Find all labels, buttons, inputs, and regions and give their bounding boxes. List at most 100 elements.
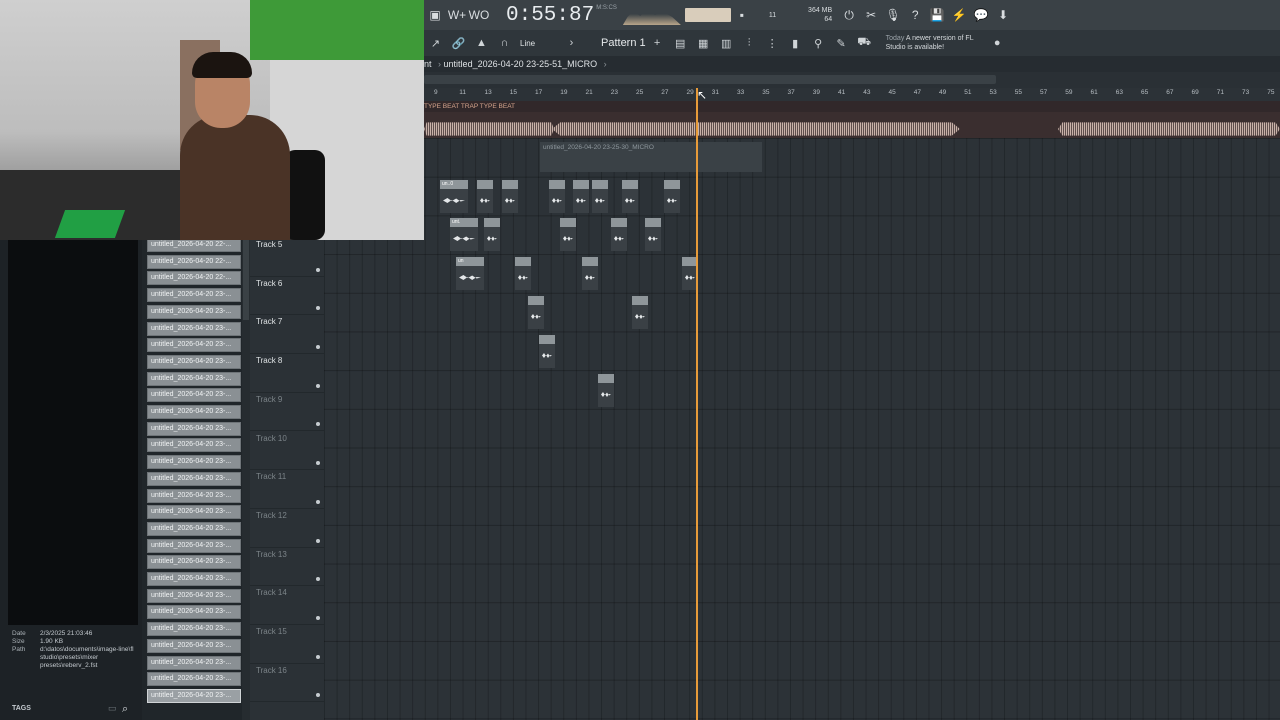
track-header[interactable]: Track 8 <box>250 354 324 393</box>
clip-list-item[interactable]: untitled_2026-04-20 23-... <box>147 572 241 586</box>
track-dot-icon[interactable] <box>316 422 320 427</box>
playlist-clip[interactable] <box>528 296 544 329</box>
playlist-clip[interactable] <box>560 218 576 251</box>
news-panel[interactable]: Today A newer version of FL Studio is av… <box>886 34 986 52</box>
menu-icon[interactable]: ▣ <box>424 8 446 22</box>
song-time[interactable]: 0:55:87 <box>506 4 594 27</box>
track-header[interactable]: Track 11 <box>250 470 324 509</box>
playlist-clip[interactable] <box>598 374 614 407</box>
playlist-overview[interactable] <box>424 72 1280 88</box>
track-dot-icon[interactable] <box>316 538 320 543</box>
pitch-icon[interactable]: ▪ <box>731 8 753 22</box>
mic-icon[interactable]: 🎙 <box>882 8 904 22</box>
wait-icon[interactable]: WO <box>468 8 490 22</box>
playlist-clip[interactable] <box>645 218 661 251</box>
clip-list-item[interactable]: untitled_2026-04-20 23-... <box>147 288 241 303</box>
track-header[interactable]: Track 5 <box>250 238 324 277</box>
track-header[interactable]: Track 16 <box>250 664 324 703</box>
playlist-clip[interactable] <box>632 296 648 329</box>
playlist-clip[interactable] <box>484 218 500 251</box>
recording-clip[interactable]: untitled_2026-04-20 23-25-30_MICRO <box>540 142 762 172</box>
playhead[interactable] <box>696 88 698 720</box>
playlist-icon[interactable]: ▤ <box>669 37 692 50</box>
marker-row[interactable]: TYPE BEAT TRAP TYPE BEAT <box>424 101 1280 112</box>
help-icon[interactable]: ? <box>904 8 926 22</box>
clip-list-item[interactable]: untitled_2026-04-20 23-... <box>147 438 241 453</box>
track-header[interactable]: Track 12 <box>250 509 324 548</box>
arrow-icon[interactable]: ↗ <box>424 37 447 50</box>
mixer-icon[interactable]: ⫶ <box>738 37 761 50</box>
playlist-clip[interactable] <box>664 180 680 213</box>
playlist-clip[interactable] <box>515 257 531 290</box>
clip-list-item[interactable]: untitled_2026-04-20 23-... <box>147 321 241 336</box>
link-icon[interactable]: 🔗 <box>447 37 470 50</box>
track-dot-icon[interactable] <box>316 615 320 620</box>
track-header[interactable]: Track 13 <box>250 548 324 587</box>
clip-list-item[interactable]: untitled_2026-04-20 23-... <box>147 354 241 369</box>
chevron-right-icon[interactable]: › <box>560 37 583 49</box>
pattern-select[interactable]: Pattern 1 <box>601 37 646 49</box>
overview-thumb[interactable] <box>424 75 996 84</box>
track-header[interactable]: Track 9 <box>250 393 324 432</box>
master-volume-slider[interactable] <box>684 8 731 22</box>
playlist-clip[interactable] <box>573 180 589 213</box>
clip-list-item[interactable]: untitled_2026-04-20 23-... <box>147 555 241 570</box>
track-dot-icon[interactable] <box>316 345 320 350</box>
playlist-clip[interactable]: un <box>456 257 484 290</box>
track-dot-icon[interactable] <box>316 306 320 311</box>
update-icon[interactable]: ● <box>986 37 1009 49</box>
cart-icon[interactable]: ⛟ <box>853 36 876 50</box>
playlist-clip[interactable] <box>582 257 598 290</box>
playlist-clip[interactable] <box>611 218 627 251</box>
wave-plus-icon[interactable]: W+ <box>446 8 468 22</box>
track-header[interactable]: Track 15 <box>250 625 324 664</box>
clip-list-item[interactable]: untitled_2026-04-20 23-... <box>147 638 241 653</box>
add-pattern-icon[interactable]: + <box>646 37 669 49</box>
stamp-icon[interactable]: ▲ <box>470 37 493 49</box>
clip-list-item[interactable]: untitled_2026-04-20 23-... <box>147 672 241 687</box>
clip-list-scrollbar[interactable] <box>242 240 250 720</box>
clip-list-item[interactable]: untitled_2026-04-20 23-... <box>147 421 241 436</box>
folder-icon[interactable]: ▭ <box>108 703 117 714</box>
track-header[interactable]: Track 6 <box>250 277 324 316</box>
file-icon[interactable]: ▮ <box>784 37 807 50</box>
playlist-clip[interactable]: unt. <box>450 218 478 251</box>
clip-list-item[interactable]: untitled_2026-04-20 23-... <box>147 655 241 670</box>
search-icon[interactable]: ⌕ <box>122 703 128 716</box>
channel-rack-icon[interactable]: ▦ <box>692 37 715 50</box>
track-dot-icon[interactable] <box>316 654 320 659</box>
piano-roll-icon[interactable]: ▥ <box>715 37 738 50</box>
cut-icon[interactable]: ✂ <box>860 8 882 22</box>
playlist-clip[interactable] <box>622 180 638 213</box>
clip-list-item[interactable]: untitled_2026-04-20 23-... <box>147 521 241 536</box>
track-dot-icon[interactable] <box>316 693 320 698</box>
clip-list-item[interactable]: untitled_2026-04-20 23-... <box>147 538 241 553</box>
clip-list-item[interactable]: untitled_2026-04-20 23-... <box>147 338 241 353</box>
track-header[interactable]: Track 14 <box>250 586 324 625</box>
clip-list-item[interactable]: untitled_2026-04-20 23-... <box>147 588 241 603</box>
playlist-clip[interactable] <box>549 180 565 213</box>
clip-list-item[interactable]: untitled_2026-04-20 23-... <box>147 388 241 403</box>
timeline-ruler[interactable]: 9 11 13 15 17 19 21 23 25 27 29 31 33 35 37 39 41 43 45 47 4… <box>424 88 1280 101</box>
track-header[interactable]: Track 7 <box>250 315 324 355</box>
scrollbar-thumb[interactable] <box>243 240 249 320</box>
magnet-icon[interactable]: ∩ <box>493 37 516 49</box>
save-icon[interactable]: 💾 <box>926 8 948 22</box>
track-dot-icon[interactable] <box>316 499 320 504</box>
clip-list-item[interactable]: untitled_2026-04-20 23-... <box>147 304 241 319</box>
pen-icon[interactable]: ✎ <box>830 37 853 50</box>
clip-list-item[interactable]: untitled_2026-04-20 23-... <box>147 455 241 470</box>
clip-list-item[interactable]: untitled_2026-04-20 23-... <box>147 471 241 486</box>
clip-list-item[interactable]: untitled_2026-04-20 23-... <box>147 488 241 503</box>
clip-list-item[interactable]: untitled_2026-04-20 23-... <box>147 605 241 620</box>
plugin-icon[interactable]: ⚡ <box>948 8 970 22</box>
power-icon[interactable]: ⏻ <box>838 8 860 23</box>
clip-list-item[interactable]: untitled_2026-04-20 22-... <box>147 271 241 286</box>
playlist-clip[interactable] <box>592 180 608 213</box>
playlist-clip[interactable] <box>477 180 493 213</box>
track-dot-icon[interactable] <box>316 383 320 388</box>
track-header[interactable]: Track 10 <box>250 432 324 471</box>
track-dot-icon[interactable] <box>316 267 320 272</box>
chat-icon[interactable]: 💬 <box>970 8 992 22</box>
track-dot-icon[interactable] <box>316 461 320 466</box>
